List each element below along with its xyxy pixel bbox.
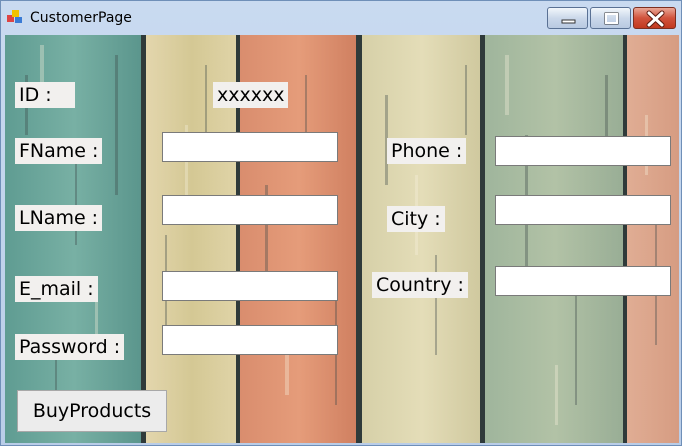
password-label: Password : <box>15 334 125 360</box>
winforms-app-icon <box>7 10 22 23</box>
paint-wear-texture <box>25 45 657 425</box>
form-client-area: ID : xxxxxx FName : LName : E_mail : Pas… <box>5 35 679 443</box>
lname-input[interactable] <box>162 195 338 225</box>
window-title: CustomerPage <box>30 10 132 26</box>
minimize-icon <box>561 19 576 24</box>
email-input[interactable] <box>162 271 338 301</box>
country-label: Country : <box>372 272 468 298</box>
title-bar[interactable]: CustomerPage <box>1 1 681 35</box>
country-input[interactable] <box>495 266 671 296</box>
id-value: xxxxxx <box>213 82 289 108</box>
fname-label: FName : <box>15 138 103 164</box>
city-label: City : <box>387 206 445 232</box>
customer-page-window: CustomerPage ID: xxxxxx FName: LName:… <box>0 0 682 446</box>
password-input[interactable] <box>162 325 338 355</box>
lname-label: LName : <box>15 205 103 231</box>
fname-input[interactable] <box>162 132 338 162</box>
id-label: ID : <box>15 82 75 108</box>
buy-products-button[interactable]: BuyProducts <box>17 390 167 432</box>
phone-input[interactable] <box>495 136 671 166</box>
minimize-button[interactable] <box>547 7 588 29</box>
email-label: E_mail : <box>15 276 98 302</box>
close-button[interactable] <box>633 7 676 29</box>
close-icon <box>646 10 665 28</box>
phone-label: Phone : <box>387 138 467 164</box>
maximize-icon <box>604 12 619 25</box>
city-input[interactable] <box>495 195 671 225</box>
maximize-button[interactable] <box>590 7 631 29</box>
